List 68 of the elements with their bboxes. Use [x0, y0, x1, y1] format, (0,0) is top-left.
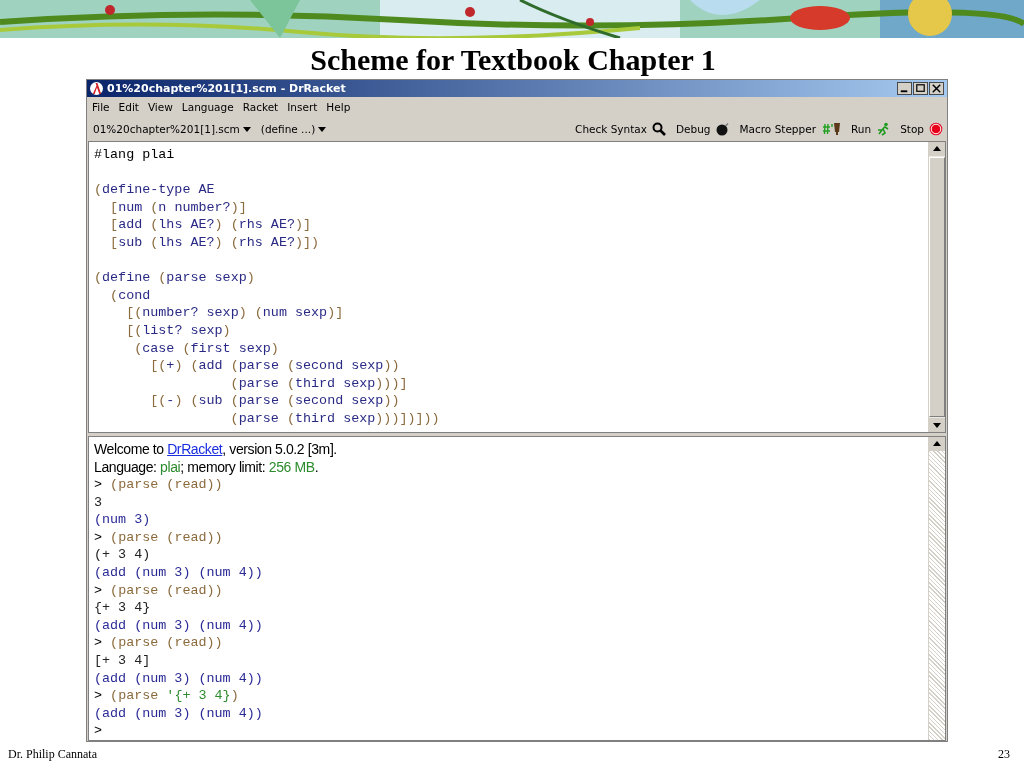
- code-line: [(number? sexp) (num sexp)]: [125, 304, 345, 322]
- result-line: (num 3): [94, 511, 152, 529]
- menu-item[interactable]: Language: [181, 101, 234, 113]
- code-line: [num (n number?)]: [109, 198, 248, 217]
- dropdown-button[interactable]: 01%20chapter%201[1].scm: [93, 123, 251, 135]
- scrollbar[interactable]: [928, 142, 945, 432]
- code-line: #lang plai: [94, 146, 176, 164]
- welcome-text: Welcome to DrRacket, version 5.0.2 [3m].: [94, 440, 338, 458]
- input-line: {+ 3 4}: [94, 599, 152, 617]
- stop-icon: [929, 122, 943, 136]
- code-line: [add (lhs AE?) (rhs AE?)]: [109, 216, 313, 234]
- input-line: [+ 3 4]: [94, 651, 152, 670]
- code-line: (case (first sexp): [133, 339, 280, 358]
- prompt-line: > (parse (read)): [94, 528, 224, 547]
- footer-author: Dr. Philip Cannata: [8, 747, 97, 762]
- toolbar-button[interactable]: Debug: [676, 122, 730, 136]
- prompt-line: > (parse (read)): [94, 581, 224, 600]
- menu-item[interactable]: View: [147, 101, 173, 113]
- code-line: [(list? sexp): [125, 321, 232, 340]
- code-line: (parse (third sexp)))])])): [229, 409, 441, 428]
- menu-item[interactable]: Edit: [118, 101, 139, 113]
- dropdown-button[interactable]: (define ...): [260, 123, 327, 135]
- code-line: [sub (lhs AE?) (rhs AE?)]): [109, 233, 321, 252]
- caret-icon: [242, 126, 251, 132]
- caret-icon: [318, 126, 327, 132]
- minimize-icon[interactable]: [897, 82, 912, 95]
- code-line: (define (parse sexp): [94, 269, 256, 287]
- menu-item[interactable]: File: [92, 101, 110, 113]
- code-line: [(+) (add (parse (second sexp)): [149, 357, 401, 375]
- menu-item[interactable]: Racket: [242, 101, 279, 113]
- slide-title: Scheme for Textbook Chapter 1: [309, 42, 717, 78]
- search-icon: [652, 122, 666, 136]
- input-line: (+ 3 4): [94, 546, 152, 564]
- interactions-pane[interactable]: [88, 436, 946, 741]
- close-icon[interactable]: [929, 82, 944, 95]
- scroll-up-icon[interactable]: [929, 142, 945, 156]
- menu-item[interactable]: Help: [326, 101, 351, 113]
- result-line: (add (num 3) (num 4)): [94, 563, 264, 582]
- page-number: 23: [998, 747, 1010, 762]
- scrollbar[interactable]: [928, 437, 945, 740]
- result-line: (add (num 3) (num 4)): [94, 616, 264, 635]
- toolbar-button[interactable]: Run: [851, 122, 891, 136]
- toolbar-button[interactable]: Check Syntax: [575, 122, 666, 136]
- toolbar-button[interactable]: Stop: [900, 122, 943, 136]
- prompt-line: > (parse (read)): [94, 634, 224, 652]
- lambda-logo-icon: [90, 82, 103, 95]
- code-editor[interactable]: [88, 141, 946, 433]
- code-line: (parse (third sexp)))]: [229, 374, 409, 393]
- bomb-icon: [715, 122, 730, 136]
- running-figure-icon: [876, 122, 891, 136]
- maximize-icon[interactable]: [913, 82, 928, 95]
- code-line: [(-) (sub (parse (second sexp)): [149, 392, 401, 410]
- code-line: (define-type AE: [94, 181, 216, 199]
- prompt-line: > (parse '{+ 3 4}): [94, 687, 240, 705]
- result-line: (add (num 3) (num 4)): [94, 669, 264, 688]
- prompt-line: >: [94, 722, 104, 740]
- scroll-up-icon[interactable]: [929, 437, 945, 451]
- scroll-thumb[interactable]: [929, 157, 945, 417]
- hash-and-glass-icon: [821, 122, 841, 136]
- scroll-down-icon[interactable]: [929, 418, 945, 432]
- toolbar-button[interactable]: Macro Stepper: [739, 122, 841, 136]
- input-line: 3: [94, 493, 104, 512]
- code-line: (cond: [109, 286, 152, 305]
- result-line: (add (num 3) (num 4)): [94, 704, 264, 723]
- prompt-line: > (parse (read)): [94, 476, 224, 494]
- window-title: 01%20chapter%201[1].scm - DrRacket: [107, 82, 346, 95]
- menu-item[interactable]: Insert: [287, 101, 318, 113]
- welcome-text: Language: plai; memory limit: 256 MB.: [94, 458, 320, 476]
